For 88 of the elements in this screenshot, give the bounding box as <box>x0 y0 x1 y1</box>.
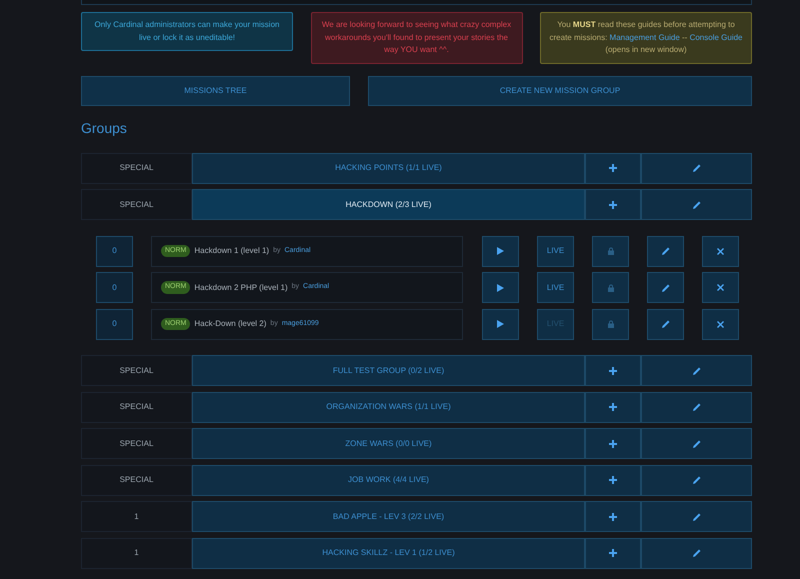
edit-group-button[interactable] <box>641 189 752 220</box>
edit-group-button[interactable] <box>641 355 752 386</box>
pencil-icon <box>662 320 670 328</box>
add-mission-button[interactable] <box>585 152 641 184</box>
guide-link[interactable]: Management Guide <box>610 32 680 42</box>
group-name-button[interactable]: ZONE WARS (0/0 LIVE) <box>192 428 585 459</box>
live-button[interactable]: LIVE <box>537 236 574 266</box>
pencil-icon <box>662 247 670 255</box>
group-type: SPECIAL <box>81 189 192 220</box>
add-mission-button[interactable] <box>585 538 641 568</box>
add-mission-button[interactable] <box>585 355 641 386</box>
pencil-icon <box>662 284 670 292</box>
group-name-button[interactable]: FULL TEST GROUP (0/2 LIVE) <box>192 355 585 386</box>
edit-group-button[interactable] <box>641 501 752 532</box>
group-type: SPECIAL <box>81 392 192 422</box>
pencil-icon <box>692 476 700 484</box>
edit-group-button[interactable] <box>641 428 752 459</box>
plus-icon <box>609 403 617 411</box>
pencil-icon <box>692 200 700 208</box>
lock-button[interactable] <box>592 272 629 303</box>
group-name-button[interactable]: HACKDOWN (2/3 LIVE) <box>192 189 585 220</box>
edit-group-button[interactable] <box>641 392 752 422</box>
close-icon <box>717 284 724 291</box>
edit-group-button[interactable] <box>641 464 752 496</box>
mission-count: 0 <box>96 236 133 266</box>
group-type: SPECIAL <box>81 464 192 496</box>
mission-title[interactable]: Hackdown 2 PHP (level 1) <box>194 282 288 294</box>
group-type: 1 <box>81 538 192 568</box>
add-mission-button[interactable] <box>585 392 641 422</box>
lock-icon <box>606 284 614 292</box>
edit-mission-button[interactable] <box>647 308 684 340</box>
plus-icon <box>609 164 617 172</box>
pencil-icon <box>692 549 700 557</box>
group-type: SPECIAL <box>81 152 192 184</box>
group-name-button[interactable]: HACKING POINTS (1/1 LIVE) <box>192 152 585 184</box>
lock-icon <box>606 320 614 328</box>
action-button[interactable]: MISSIONS TREE <box>81 76 350 106</box>
mission-count: 0 <box>96 308 133 340</box>
action-button[interactable]: CREATE NEW MISSION GROUP <box>368 76 752 106</box>
plus-icon <box>609 512 617 520</box>
play-icon <box>497 247 504 255</box>
group-name-button[interactable]: BAD APPLE - LEV 3 (2/2 LIVE) <box>192 501 585 532</box>
plus-icon <box>609 366 617 374</box>
pencil-icon <box>692 512 700 520</box>
edit-group-button[interactable] <box>641 538 752 568</box>
edit-mission-button[interactable] <box>647 236 684 266</box>
pencil-icon <box>692 164 700 172</box>
pencil-icon <box>692 440 700 448</box>
mission-title[interactable]: Hack-Down (level 2) <box>194 318 266 330</box>
play-button[interactable] <box>482 272 519 303</box>
section-heading: Groups <box>81 118 128 138</box>
play-icon <box>497 284 504 292</box>
add-mission-button[interactable] <box>585 501 641 532</box>
plus-icon <box>609 200 617 208</box>
play-button[interactable] <box>482 236 519 266</box>
mission-count: 0 <box>96 272 133 303</box>
close-icon <box>717 320 724 328</box>
notice-message: Only Cardinal administrators can make your mission live or lock it as uneditable! <box>81 12 293 51</box>
delete-mission-button[interactable] <box>702 272 739 303</box>
delete-mission-button[interactable] <box>702 308 739 340</box>
close-icon <box>717 248 724 254</box>
add-mission-button[interactable] <box>585 189 641 220</box>
group-type: 1 <box>81 501 192 532</box>
group-type: SPECIAL <box>81 428 192 459</box>
plus-icon <box>609 549 617 557</box>
play-button[interactable] <box>482 308 519 340</box>
live-button[interactable]: LIVE <box>537 272 574 303</box>
group-type: SPECIAL <box>81 355 192 386</box>
pencil-icon <box>692 403 700 411</box>
edit-group-button[interactable] <box>641 152 752 184</box>
delete-mission-button[interactable] <box>702 236 739 266</box>
group-name-button[interactable]: JOB WORK (4/4 LIVE) <box>192 464 585 496</box>
plus-icon <box>609 440 617 448</box>
notice-text: You MUST read these guides before attempting to create missions: Management Guide -- Console Guide (opens in new window) <box>549 19 743 56</box>
guide-link[interactable]: Console Guide <box>690 32 742 42</box>
add-mission-button[interactable] <box>585 428 641 459</box>
group-name-button[interactable]: ORGANIZATION WARS (1/1 LIVE) <box>192 392 585 422</box>
lock-icon <box>606 247 614 255</box>
lock-button[interactable] <box>592 236 629 266</box>
group-name-button[interactable]: HACKING SKILLZ - LEV 1 (1/2 LIVE) <box>192 538 585 568</box>
lock-button[interactable] <box>592 308 629 340</box>
play-icon <box>497 320 504 328</box>
mission-title[interactable]: Hackdown 1 (level 1) <box>194 245 270 257</box>
add-mission-button[interactable] <box>585 464 641 496</box>
pencil-icon <box>692 366 700 374</box>
notice-message: We are looking forward to seeing what crazy complex workarounds you'll found to present your stories the way YOU want ^^. <box>310 12 522 64</box>
edit-mission-button[interactable] <box>647 272 684 303</box>
plus-icon <box>609 476 617 484</box>
